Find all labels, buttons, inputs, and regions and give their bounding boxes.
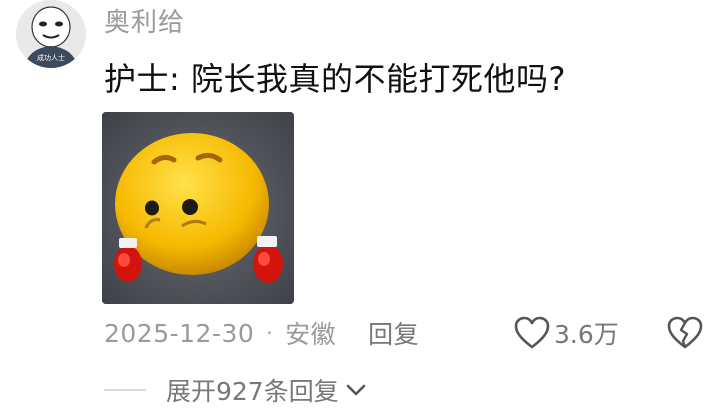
broken-heart-icon (667, 316, 703, 349)
avatar[interactable]: 成功人士 (16, 0, 86, 68)
like-button[interactable]: 3.6万 (514, 315, 619, 351)
avatar-caption: 成功人士 (37, 53, 65, 62)
username[interactable]: 奥利给 (104, 2, 185, 39)
comment-text: 护士: 院长我真的不能打死他吗? (104, 60, 566, 98)
reply-button[interactable]: 回复 (368, 315, 419, 351)
comment-meta: 2025-12-30 · 安徽 回复 (104, 315, 419, 351)
comment-date: 2025-12-30 (104, 318, 255, 348)
comment-image[interactable] (102, 112, 294, 304)
chevron-down-icon (346, 384, 366, 396)
heart-outline-icon (514, 316, 550, 349)
dislike-button[interactable] (667, 316, 703, 350)
divider-line (104, 389, 146, 391)
comment-location: 安徽 (285, 320, 337, 349)
avatar-image: 成功人士 (16, 0, 86, 68)
like-count: 3.6万 (554, 320, 619, 349)
crying-emoji-boxing-gloves-icon (102, 112, 294, 304)
meta-separator: · (266, 321, 274, 345)
